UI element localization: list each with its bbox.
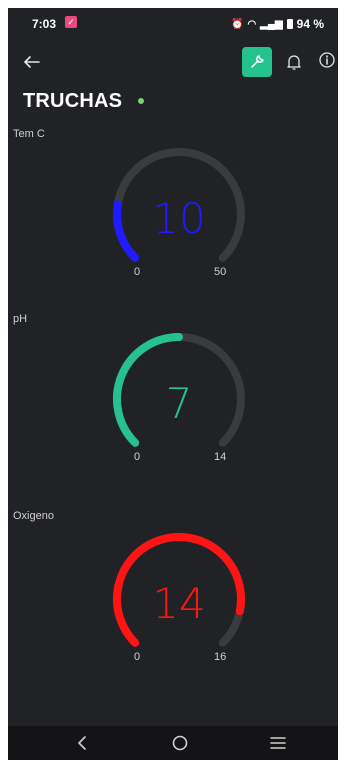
- arrow-left-icon: [23, 56, 40, 68]
- alarm-icon: ⏰: [230, 18, 244, 30]
- status-bar: 7:03 ✓ ⏰ ◠ ▂▄▆ 94 %: [8, 8, 338, 38]
- settings-wrench-button[interactable]: [242, 47, 272, 77]
- gauge-max-label: 14: [214, 451, 227, 463]
- wifi-icon: ◠: [247, 18, 257, 30]
- gauge-ph: 7 0 14: [108, 331, 250, 471]
- gauge-label-oxygen: Oxigeno: [13, 510, 54, 522]
- bell-icon: [287, 55, 301, 70]
- gauge-label-temperature: Tem C: [13, 128, 45, 140]
- app-screen: 7:03 ✓ ⏰ ◠ ▂▄▆ 94 % TRUCHAS Tem C 10 0 5…: [8, 8, 338, 760]
- nav-recents-button[interactable]: [267, 732, 289, 754]
- nav-back-button[interactable]: [72, 732, 94, 754]
- back-button[interactable]: [22, 52, 44, 74]
- gauge-value: 7: [165, 379, 193, 428]
- nav-home-button[interactable]: [169, 732, 191, 754]
- gauge-min-label: 0: [134, 451, 141, 463]
- status-time: 7:03: [32, 17, 57, 31]
- info-button[interactable]: [318, 51, 336, 69]
- notification-app-icon: ✓: [65, 16, 77, 28]
- battery-percent: 94 %: [296, 17, 324, 31]
- gauge-label-ph: pH: [13, 313, 28, 325]
- recents-nav-icon: [270, 737, 286, 749]
- system-nav-bar: [8, 726, 338, 760]
- gauge-value: 14: [152, 579, 206, 628]
- gauge-min-label: 0: [134, 266, 141, 278]
- gauge-value: 10: [152, 194, 206, 243]
- gauge-min-label: 0: [134, 651, 141, 663]
- toolbar: [8, 46, 338, 82]
- gauge-max-label: 16: [214, 651, 227, 663]
- online-status-dot: [138, 98, 144, 104]
- device-title: TRUCHAS: [23, 90, 123, 112]
- gauge-max-label: 50: [214, 266, 227, 278]
- signal-icon: ▂▄▆: [260, 18, 283, 30]
- notifications-button[interactable]: [284, 52, 304, 72]
- home-nav-icon: [172, 735, 188, 751]
- gauge-oxygen: 14 0 16: [108, 531, 250, 671]
- wrench-icon: [251, 55, 264, 68]
- back-nav-icon: [78, 736, 86, 750]
- gauge-temperature: 10 0 50: [108, 146, 250, 286]
- info-icon: [319, 52, 335, 68]
- battery-icon: [286, 19, 293, 29]
- status-icons: ⏰ ◠ ▂▄▆ 94 %: [231, 17, 324, 31]
